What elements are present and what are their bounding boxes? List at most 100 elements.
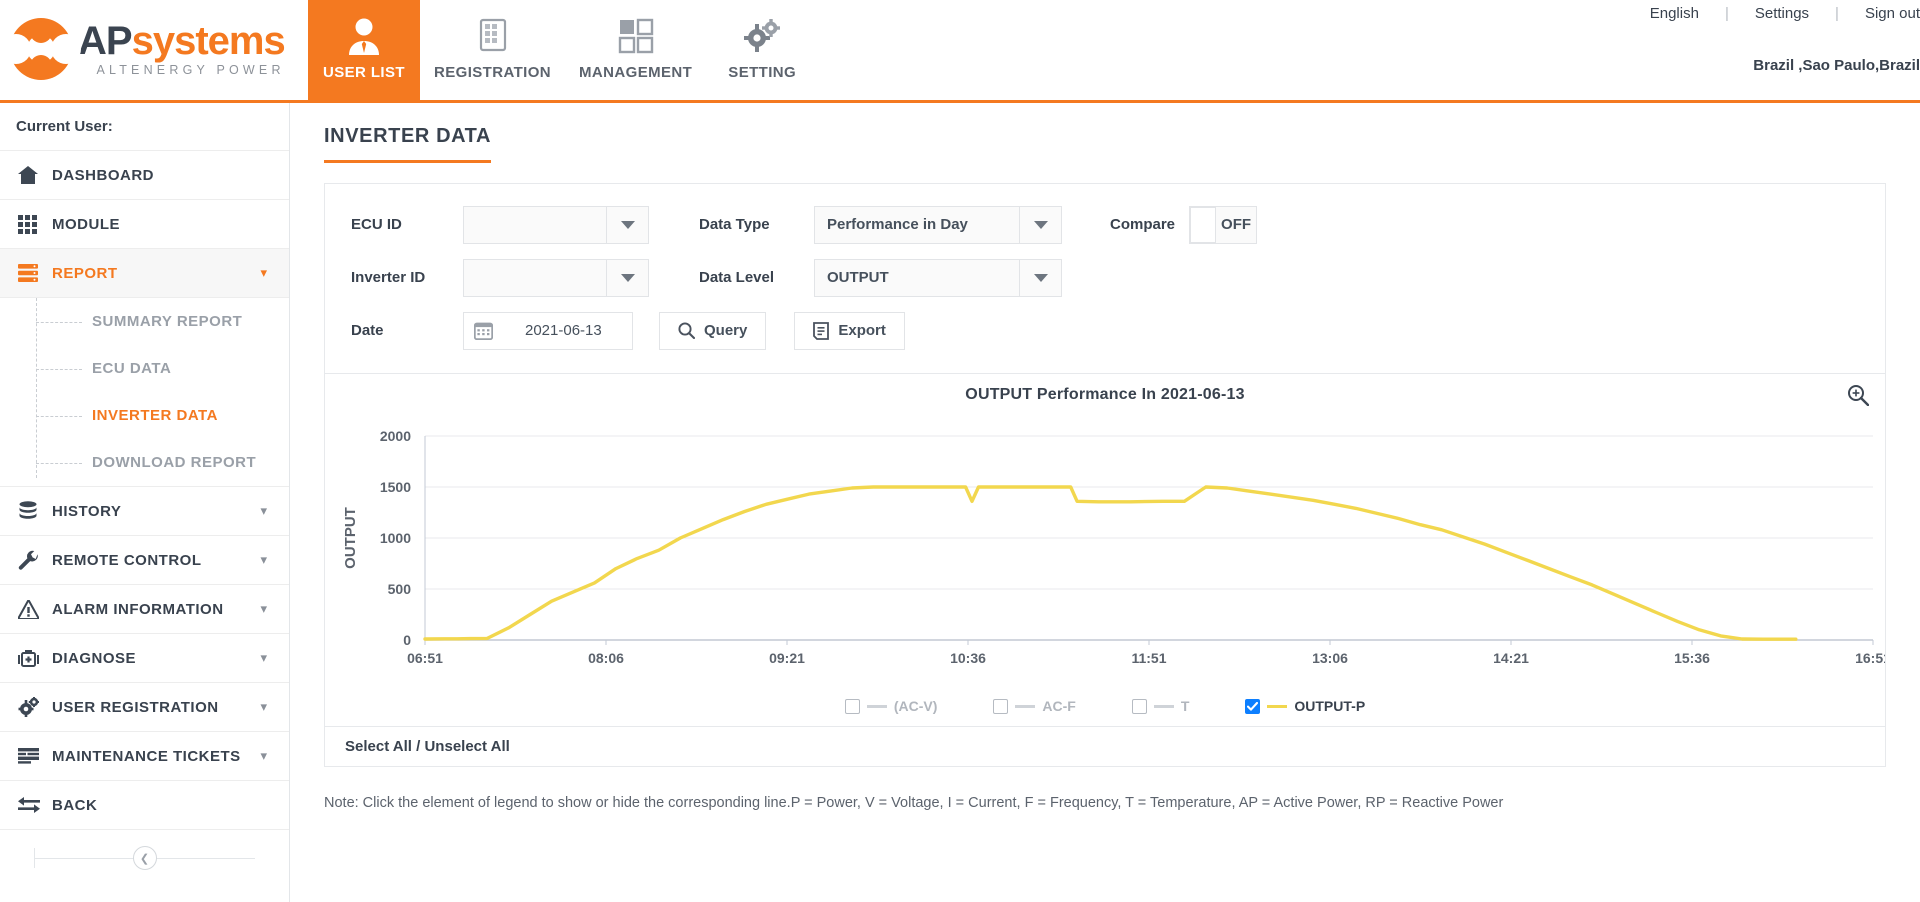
- nav-label-registration: REGISTRATION: [434, 64, 552, 81]
- sidebar-item-ecu-data[interactable]: ECU DATA: [0, 345, 289, 392]
- report-bars-icon: [18, 264, 52, 282]
- sidebar-label-maintenance-tickets: MAINTENANCE TICKETS: [52, 747, 241, 765]
- sidebar-item-download-report[interactable]: DOWNLOAD REPORT: [0, 439, 289, 486]
- sidebar-label-summary-report: SUMMARY REPORT: [92, 313, 243, 330]
- legend-checkbox-output-p[interactable]: [1245, 698, 1261, 714]
- sidebar-label-inverter-data: INVERTER DATA: [92, 407, 218, 424]
- export-button[interactable]: Export: [794, 311, 905, 350]
- sidebar-item-report[interactable]: REPORT ▾: [0, 249, 289, 298]
- sidebar-label-download-report: DOWNLOAD REPORT: [92, 454, 257, 471]
- output-performance-chart[interactable]: 0 500 1000 1500 2000 OUTPUT 06:51 08:06 09:21 10:…: [325, 418, 1885, 686]
- inverter-id-input[interactable]: [463, 258, 607, 297]
- legend-checkbox-t[interactable]: [1131, 698, 1147, 714]
- nav-item-registration[interactable]: REGISTRATION: [420, 0, 565, 100]
- ecu-id-label: ECU ID: [351, 216, 402, 233]
- utility-separator-2: |: [1835, 5, 1839, 22]
- caret-down-icon[interactable]: [1020, 205, 1062, 244]
- data-type-value[interactable]: Performance in Day: [814, 205, 1020, 244]
- top-navigation: USER LIST REGISTRATION MANAGEMENT SETTIN…: [308, 0, 818, 100]
- data-level-select[interactable]: OUTPUT: [814, 258, 1062, 297]
- legend-label-t: T: [1180, 698, 1190, 714]
- main-content: INVERTER DATA ECU ID Data Type Performan…: [290, 103, 1920, 902]
- svg-text:15:36: 15:36: [1674, 650, 1710, 666]
- warning-triangle-icon: [18, 599, 52, 619]
- legend-label-output-p: OUTPUT-P: [1294, 698, 1366, 714]
- date-value: 2021-06-13: [525, 322, 602, 339]
- legend-label-ac-f: AC-F: [1042, 698, 1076, 714]
- list-lines-icon: [18, 748, 52, 764]
- sidebar-item-user-registration[interactable]: USER REGISTRATION ▾: [0, 683, 289, 732]
- chevron-down-icon: ▾: [260, 503, 267, 518]
- sidebar-item-dashboard[interactable]: DASHBOARD: [0, 151, 289, 200]
- sidebar-collapse-bar: ❮: [0, 830, 289, 886]
- nav-label-management: MANAGEMENT: [579, 64, 693, 81]
- inverter-id-label: Inverter ID: [351, 269, 426, 286]
- sidebar-label-dashboard: DASHBOARD: [52, 166, 154, 184]
- sidebar-item-maintenance-tickets[interactable]: MAINTENANCE TICKETS ▾: [0, 732, 289, 781]
- search-icon: [678, 322, 695, 339]
- back-arrow-icon: [18, 797, 52, 813]
- compare-toggle-knob: [1190, 206, 1217, 243]
- ecu-id-select[interactable]: [463, 205, 649, 244]
- sidebar-item-module[interactable]: MODULE: [0, 200, 289, 249]
- data-type-label: Data Type: [699, 216, 770, 233]
- chevron-down-icon: ▾: [260, 552, 267, 567]
- svg-text:08:06: 08:06: [588, 650, 624, 666]
- sidebar-item-inverter-data[interactable]: INVERTER DATA: [0, 392, 289, 439]
- caret-down-icon[interactable]: [607, 258, 649, 297]
- legend-item-ac-v[interactable]: (AC-V): [844, 698, 937, 714]
- legend-line-ac-v: [866, 704, 887, 708]
- data-level-label: Data Level: [699, 269, 775, 286]
- chart-note: Note: Click the element of legend to sho…: [324, 795, 1504, 811]
- svg-text:1500: 1500: [380, 479, 411, 495]
- language-link[interactable]: English: [1650, 5, 1699, 22]
- settings-link[interactable]: Settings: [1755, 5, 1809, 22]
- legend-checkbox-ac-f[interactable]: [993, 698, 1009, 714]
- svg-text:13:06: 13:06: [1312, 650, 1348, 666]
- data-level-value[interactable]: OUTPUT: [814, 258, 1020, 297]
- sidebar-item-remote-control[interactable]: REMOTE CONTROL ▾: [0, 536, 289, 585]
- caret-down-icon[interactable]: [1020, 258, 1062, 297]
- sidebar-item-summary-report[interactable]: SUMMARY REPORT: [0, 298, 289, 345]
- sidebar-label-diagnose: DIAGNOSE: [52, 649, 137, 667]
- chart-canvas: 0 500 1000 1500 2000 OUTPUT 06:51 08:06 09:21 10:…: [342, 428, 1885, 666]
- data-type-select[interactable]: Performance in Day: [814, 205, 1062, 244]
- query-button[interactable]: Query: [659, 311, 767, 350]
- user-icon: [346, 10, 382, 62]
- legend-checkbox-ac-v[interactable]: [844, 698, 860, 714]
- sidebar-item-history[interactable]: HISTORY ▾: [0, 487, 289, 536]
- chevron-left-icon[interactable]: ❮: [132, 846, 157, 870]
- nav-item-management[interactable]: MANAGEMENT: [565, 0, 706, 100]
- legend-item-output-p[interactable]: OUTPUT-P: [1245, 698, 1365, 714]
- medical-kit-icon: [18, 649, 52, 668]
- sidebar-item-alarm-information[interactable]: ALARM INFORMATION ▾: [0, 585, 289, 634]
- nav-label-user-list: USER LIST: [323, 64, 405, 81]
- compare-toggle[interactable]: OFF: [1189, 205, 1258, 244]
- sidebar-label-module: MODULE: [52, 215, 120, 233]
- sign-out-link[interactable]: Sign out: [1865, 5, 1920, 22]
- ecu-id-input[interactable]: [463, 205, 607, 244]
- sidebar-item-diagnose[interactable]: DIAGNOSE ▾: [0, 634, 289, 683]
- inverter-data-panel: ECU ID Data Type Performance in Day Comp…: [324, 183, 1886, 767]
- svg-text:OUTPUT: OUTPUT: [342, 507, 359, 569]
- svg-text:1000: 1000: [380, 530, 411, 546]
- caret-down-icon[interactable]: [607, 205, 649, 244]
- brand-name-systems: systems: [131, 19, 286, 63]
- select-all-toggle[interactable]: Select All / Unselect All: [325, 726, 1885, 766]
- home-icon: [18, 166, 52, 184]
- chevron-down-icon: ▾: [260, 265, 267, 280]
- legend-item-t[interactable]: T: [1131, 698, 1190, 714]
- date-input[interactable]: 2021-06-13: [463, 311, 633, 350]
- zoom-in-icon[interactable]: [1847, 384, 1869, 406]
- sidebar-item-back[interactable]: BACK: [0, 781, 289, 830]
- svg-text:2000: 2000: [380, 428, 411, 444]
- brand-logo[interactable]: APsystems ALTENERGY POWER: [1, 18, 286, 80]
- nav-item-user-list[interactable]: USER LIST: [308, 0, 420, 100]
- legend-item-ac-f[interactable]: AC-F: [993, 698, 1076, 714]
- legend-line-ac-f: [1015, 704, 1036, 708]
- nav-item-setting[interactable]: SETTING: [706, 0, 818, 100]
- inverter-id-select[interactable]: [463, 258, 649, 297]
- brand-name-ap: AP: [78, 19, 133, 63]
- sidebar-label-report: REPORT: [52, 264, 118, 282]
- calendar-icon[interactable]: [474, 321, 493, 340]
